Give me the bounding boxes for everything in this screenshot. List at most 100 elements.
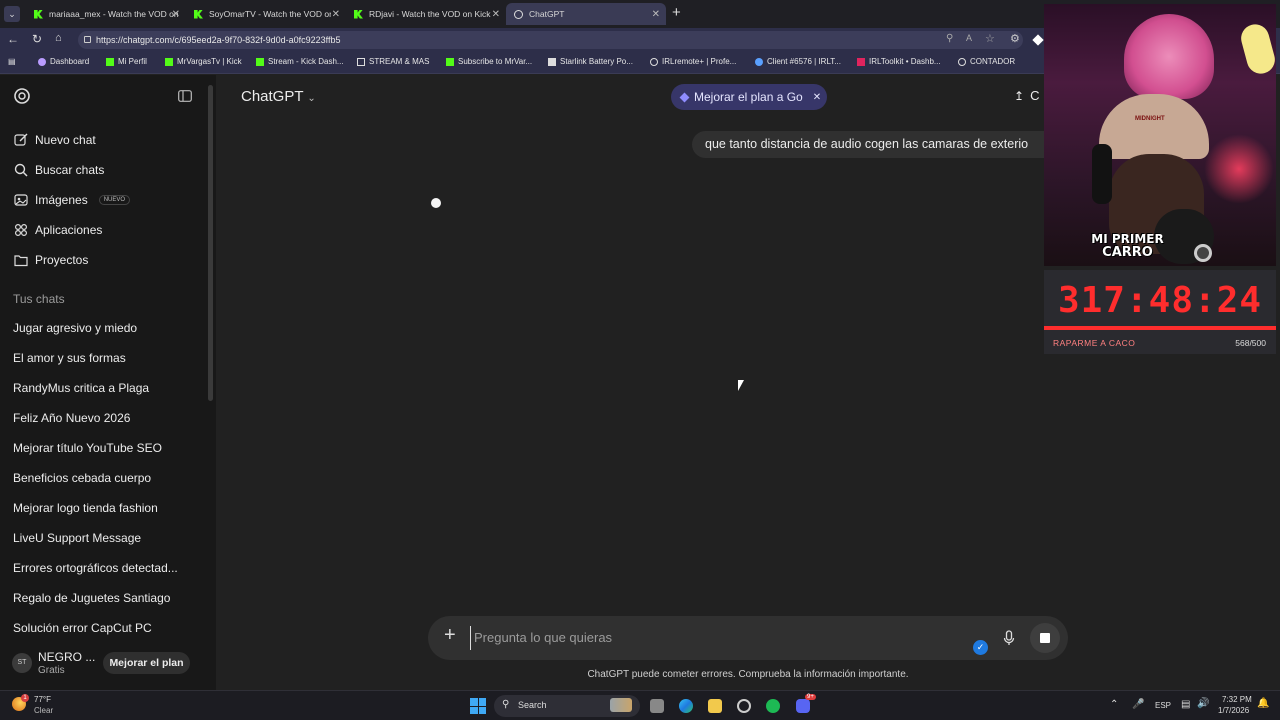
close-icon[interactable]: ✕ — [332, 9, 340, 20]
chat-list-item[interactable]: Solución error CapCut PC — [13, 621, 152, 635]
bookmark-folder[interactable]: STREAM & MAS — [357, 57, 429, 66]
home-icon[interactable]: ⌂ — [55, 32, 62, 44]
bookmark-item[interactable]: IRLremote+ | Profe... — [650, 57, 736, 66]
extensions-icon[interactable]: ⚙ — [1010, 32, 1020, 45]
favorite-icon[interactable]: ☆ — [985, 32, 995, 45]
chat-list-item[interactable]: Mejorar logo tienda fashion — [13, 501, 158, 515]
share-button[interactable]: ↥ C — [1014, 88, 1039, 103]
volume-icon[interactable]: 🔊 — [1197, 698, 1209, 709]
nav-apps[interactable]: Aplicaciones — [14, 223, 102, 237]
add-attachment-icon[interactable]: + — [444, 624, 456, 647]
bookmark-item[interactable]: Client #6576 | IRLT... — [755, 57, 841, 66]
tab-title: RDjavi - Watch the VOD on Kick — [369, 9, 491, 19]
irltoolkit-icon — [857, 57, 865, 66]
discord-badge: 9+ — [805, 694, 816, 700]
taskbar-search[interactable]: ⚲ Search — [494, 695, 640, 717]
edge-browser-icon[interactable] — [679, 699, 693, 713]
openai-logo-icon[interactable] — [13, 87, 31, 105]
tray-chevron-icon[interactable]: ⌃ — [1110, 699, 1118, 710]
bookmark-item[interactable]: Stream - Kick Dash... — [256, 57, 344, 66]
network-icon[interactable]: ▤ — [1181, 699, 1190, 710]
microphone-icon[interactable] — [1003, 630, 1015, 646]
browser-tab[interactable]: RDjavi - Watch the VOD on Kick ✕ — [346, 3, 506, 25]
chat-list-item[interactable]: Mejorar título YouTube SEO — [13, 441, 162, 455]
close-icon[interactable]: ✕ — [652, 9, 660, 20]
user-profile[interactable]: ST NEGRO ... Gratis — [10, 649, 110, 681]
nav-projects[interactable]: Proyectos — [14, 253, 88, 267]
user-message-bubble: que tanto distancia de audio cogen las c… — [692, 131, 1044, 158]
bookmark-item[interactable]: Dashboard — [38, 57, 89, 66]
chat-list-item[interactable]: Errores ortográficos detectad... — [13, 561, 178, 575]
user-plan: Gratis — [38, 665, 65, 676]
language-indicator[interactable]: ESP — [1155, 701, 1171, 710]
neon-banana-sign — [1238, 21, 1276, 77]
model-selector[interactable]: ChatGPT ⌄ — [241, 88, 316, 105]
notification-bell-icon[interactable]: 🔔 — [1257, 698, 1269, 709]
chat-main: ChatGPT ⌄ Mejorar el plan a Go ✕ ↥ C que… — [216, 75, 1068, 690]
disclaimer: ChatGPT puede cometer errores. Comprueba… — [587, 669, 909, 680]
browser-tab[interactable]: SoyOmarTV - Watch the VOD on K ✕ — [186, 3, 346, 25]
app-icon[interactable] — [737, 699, 751, 713]
car-banner: MI PRIMER CARRO — [1060, 232, 1195, 264]
task-view-icon[interactable] — [650, 699, 664, 713]
new-tab-button[interactable]: + — [672, 4, 681, 21]
weather-widget[interactable]: 1 77°F Clear — [12, 694, 72, 717]
bookmark-item[interactable]: MrVargasTv | Kick — [165, 57, 242, 66]
close-icon[interactable]: ✕ — [172, 9, 180, 20]
bookmark-item[interactable]: CONTADOR — [958, 57, 1015, 66]
reload-icon[interactable]: ↻ — [32, 32, 42, 46]
toggle-sidebar-icon[interactable] — [178, 90, 192, 102]
microphone-tray-icon[interactable]: 🎤 — [1132, 699, 1144, 710]
back-icon[interactable]: ← — [7, 32, 19, 46]
chat-list-item[interactable]: LiveU Support Message — [13, 531, 141, 545]
spotify-icon[interactable] — [766, 699, 780, 713]
chat-list-item[interactable]: El amor y sus formas — [13, 351, 126, 365]
browser-tab[interactable]: mariaaa_mex - Watch the VOD on ✕ — [26, 3, 186, 25]
clock-date[interactable]: 1/7/2026 — [1218, 706, 1249, 715]
chat-list-item[interactable]: RandyMus critica a Plaga — [13, 381, 149, 395]
bookmark-item[interactable]: Starlink Battery Po... — [548, 57, 633, 66]
tab-list-button[interactable]: ⌄ — [4, 6, 20, 22]
upgrade-plan-button[interactable]: Mejorar el plan — [103, 652, 190, 674]
prompt-input[interactable]: Pregunta lo que quieras — [470, 626, 930, 650]
neon-character-sign — [1124, 14, 1214, 99]
bookmark-item[interactable]: Mi Perfil — [106, 57, 147, 66]
browser-tab-active[interactable]: ChatGPT ✕ — [506, 3, 666, 25]
goal-progress-track — [1044, 326, 1276, 330]
starlink-icon — [548, 57, 556, 66]
composer: + Pregunta lo que quieras ✓ — [428, 616, 1068, 660]
sidebar-scrollbar[interactable] — [208, 85, 213, 401]
start-button[interactable] — [470, 698, 486, 714]
nav-search-chats[interactable]: Buscar chats — [14, 163, 104, 177]
clock-time[interactable]: 7:32 PM — [1222, 695, 1252, 704]
loading-indicator — [431, 198, 441, 208]
chat-list-item[interactable]: Regalo de Juguetes Santiago — [13, 591, 170, 605]
read-aloud-icon[interactable]: A — [966, 33, 972, 43]
zoom-icon[interactable]: ⚲ — [946, 33, 953, 44]
nav-images[interactable]: Imágenes NUEVO — [14, 193, 131, 207]
close-icon[interactable]: ✕ — [492, 9, 500, 20]
kick-icon — [446, 57, 454, 66]
discord-icon[interactable]: 9+ — [796, 694, 816, 713]
chevron-down-icon: ⌄ — [307, 93, 316, 104]
user-message-text: que tanto distancia de audio cogen las c… — [705, 137, 1029, 151]
close-icon[interactable]: ✕ — [813, 92, 821, 103]
bookmarks-menu-icon[interactable]: ▤ — [8, 57, 16, 66]
url-field[interactable]: https://chatgpt.com/c/695eed2a-9f70-832f… — [78, 31, 1023, 49]
streamer-cap: MIDNIGHT — [1099, 94, 1209, 159]
check-badge-icon: ✓ — [973, 640, 988, 655]
chat-list-item[interactable]: Jugar agresivo y miedo — [13, 321, 137, 335]
kick-icon — [194, 9, 203, 19]
bookmark-item[interactable]: Subscribe to MrVar... — [446, 57, 532, 66]
bookmark-item[interactable]: IRLToolkit • Dashb... — [857, 57, 941, 66]
share-icon: ↥ — [1014, 88, 1025, 103]
chat-list-item[interactable]: Beneficios cebada cuerpo — [13, 471, 151, 485]
extension-icon[interactable] — [1032, 34, 1044, 46]
kick-icon — [165, 57, 173, 66]
red-lights — [1204, 134, 1274, 204]
file-explorer-icon[interactable] — [708, 699, 722, 713]
stop-button[interactable] — [1030, 623, 1060, 653]
upgrade-go-pill[interactable]: Mejorar el plan a Go ✕ — [671, 84, 827, 110]
chat-list-item[interactable]: Feliz Año Nuevo 2026 — [13, 411, 130, 425]
nav-new-chat[interactable]: Nuevo chat — [14, 133, 96, 147]
